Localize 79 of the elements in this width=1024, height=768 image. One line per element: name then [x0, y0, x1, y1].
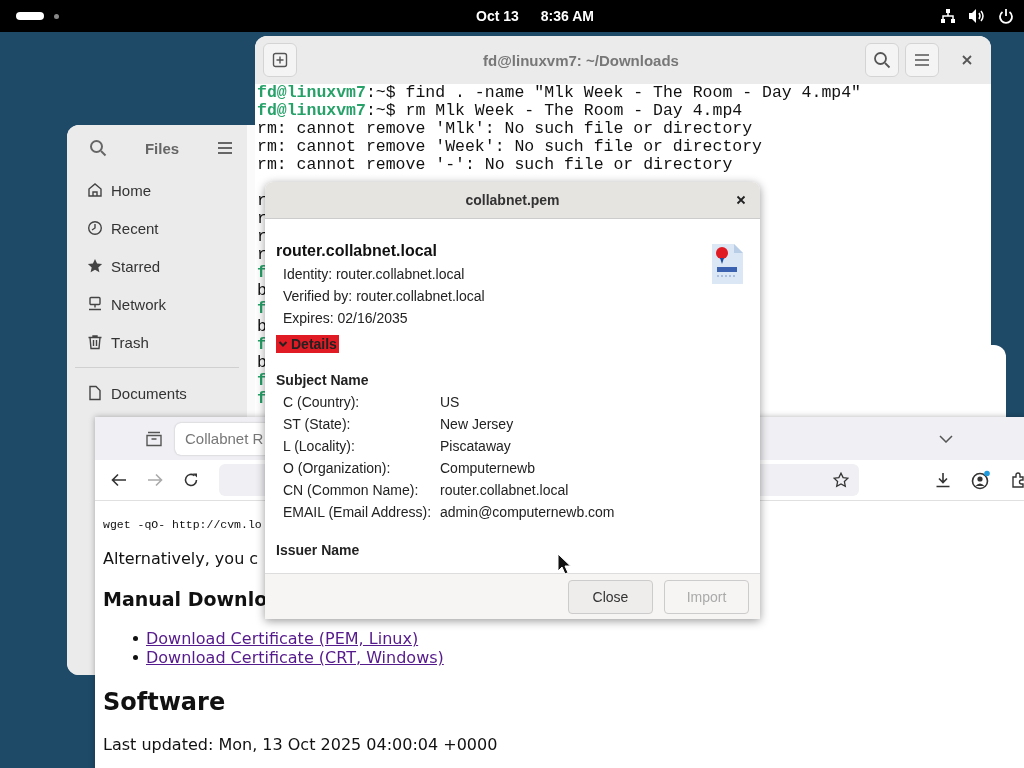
field-value: admin@computernewb.com [440, 503, 615, 522]
extensions-icon[interactable] [1011, 472, 1024, 488]
download-link[interactable]: Download Certificate (CRT, Windows) [146, 648, 444, 667]
terminal-line: r [257, 192, 267, 210]
clock[interactable]: 8:36 AM [540, 8, 594, 24]
power-icon[interactable] [998, 8, 1014, 24]
certificate-info: Identity: router.collabnet.local [283, 265, 465, 284]
sidebar-item[interactable]: Starred [75, 247, 239, 285]
field-value: Computernewb [440, 459, 535, 478]
section-heading: Issuer Name [276, 541, 361, 560]
search-icon[interactable] [89, 139, 107, 157]
terminal-line: fd@linuxvm7:~$ find . -name "Mlk Week - The Room - Day 4.mp4" [257, 84, 861, 102]
section-heading: Manual Downlo [103, 587, 268, 611]
download-icon[interactable] [935, 472, 951, 488]
reload-icon[interactable] [183, 472, 199, 488]
menu-icon[interactable] [217, 141, 233, 155]
bullet-icon [133, 655, 138, 660]
starred-icon [87, 258, 103, 274]
paragraph: Alternatively, you c [103, 549, 259, 569]
field-value: New Jersey [440, 415, 514, 434]
certificate-info: Expires: 02/16/2035 [283, 309, 408, 328]
sidebar-item[interactable]: Network [75, 285, 239, 323]
search-icon [873, 51, 891, 69]
close-icon[interactable] [961, 54, 973, 66]
trash-icon [87, 334, 103, 350]
terminal-line: r [257, 228, 267, 246]
volume-icon[interactable] [968, 8, 986, 24]
activities-icon[interactable] [16, 12, 44, 20]
certificate-info: Verified by: router.collabnet.local [283, 287, 485, 306]
terminal-line: r [257, 246, 267, 264]
recent-icon [87, 220, 103, 236]
terminal-line: rm: cannot remove '-': No such file or directory [257, 156, 733, 174]
window-title: Files [144, 139, 180, 157]
terminal-line: rm: cannot remove 'Mlk': No such file or directory [257, 120, 753, 138]
chevron-icon [278, 340, 288, 348]
field-value: US [440, 393, 460, 412]
field-label: O (Organization): [283, 459, 392, 478]
tab-overview-icon[interactable] [145, 430, 163, 447]
sidebar-item[interactable]: Trash [75, 323, 239, 361]
terminal-line: r [257, 210, 267, 228]
network-icon [87, 296, 103, 312]
sidebar-item[interactable]: Documents [75, 374, 239, 412]
window-title: fd@linuxvm7: ~/Downloads [482, 51, 680, 69]
last-updated-text: Last updated: Mon, 13 Oct 2025 04:00:04 +0000 [103, 735, 498, 755]
dialog-title: collabnet.pem [465, 192, 560, 208]
command-text: wget -qO- http://cvm.lo [103, 517, 262, 533]
network-icon[interactable] [940, 8, 956, 24]
field-label: EMAIL (Email Address): [283, 503, 433, 522]
field-value: router.collabnet.local [440, 481, 569, 500]
section-heading: Subject Name [276, 371, 370, 390]
section-heading: Software [103, 687, 227, 717]
back-icon[interactable] [111, 473, 127, 487]
bullet-icon [133, 636, 138, 641]
sidebar-item[interactable]: Recent [75, 209, 239, 247]
field-label: L (Locality): [283, 437, 356, 456]
home-icon [87, 182, 103, 198]
plus-icon [272, 52, 288, 68]
sidebar-item[interactable]: Home [75, 171, 239, 209]
field-label: CN (Common Name): [283, 481, 420, 500]
close-icon[interactable] [736, 195, 746, 205]
star-icon[interactable] [833, 472, 849, 488]
account-icon[interactable] [971, 470, 991, 490]
certificate-icon [710, 243, 744, 285]
dialog-button[interactable]: Close [568, 579, 653, 614]
field-label: ST (State): [283, 415, 352, 434]
date[interactable]: Oct 13 [476, 8, 519, 24]
search-button[interactable] [865, 43, 899, 77]
document-icon [87, 385, 103, 401]
workspace-icon [54, 13, 59, 19]
certificate-name: router.collabnet.local [276, 241, 438, 261]
menu-button[interactable] [905, 43, 939, 77]
terminal-line: fd@linuxvm7:~$ rm Mlk Week - The Room - Day 4.mp4 [257, 102, 743, 120]
download-link[interactable]: Download Certificate (PEM, Linux) [146, 629, 419, 648]
new-tab-button[interactable] [263, 43, 297, 77]
menu-icon [914, 53, 930, 67]
chevron-down-icon[interactable] [939, 434, 953, 443]
field-label: C (Country): [283, 393, 361, 412]
terminal-line: rm: cannot remove 'Week': No such file or directory [257, 138, 762, 156]
field-value: Piscataway [440, 437, 511, 456]
